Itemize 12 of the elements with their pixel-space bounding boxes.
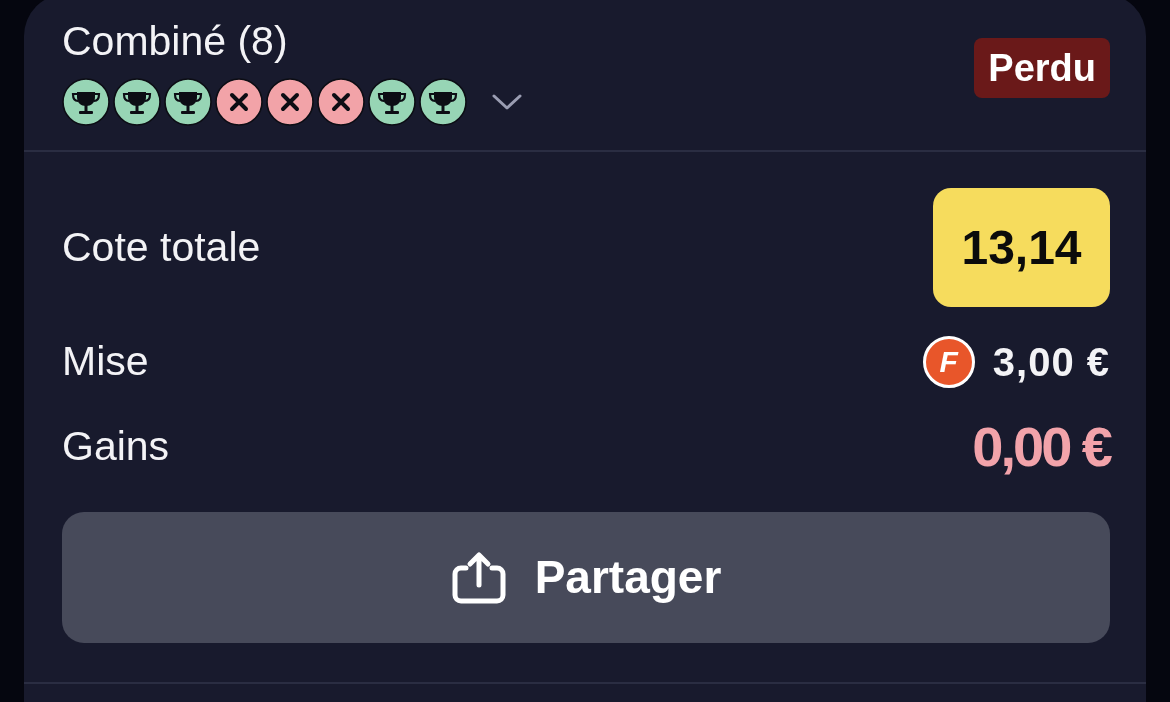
- stake-label: Mise: [62, 337, 149, 387]
- total-odds-label: Cote totale: [62, 222, 261, 272]
- stake-value: 3,00 €: [992, 339, 1110, 386]
- status-badge: Perdu: [974, 38, 1110, 98]
- winnings-label: Gains: [62, 422, 170, 472]
- total-odds-value: 13,14: [933, 188, 1110, 307]
- bet-title: Combiné (8): [62, 18, 289, 64]
- winnings-value: 0,00 €: [972, 414, 1110, 480]
- share-button[interactable]: Partager: [62, 512, 1110, 643]
- chevron-icon[interactable]: [492, 93, 522, 111]
- coin-icon: F: [922, 336, 975, 388]
- share-icon: [450, 550, 507, 605]
